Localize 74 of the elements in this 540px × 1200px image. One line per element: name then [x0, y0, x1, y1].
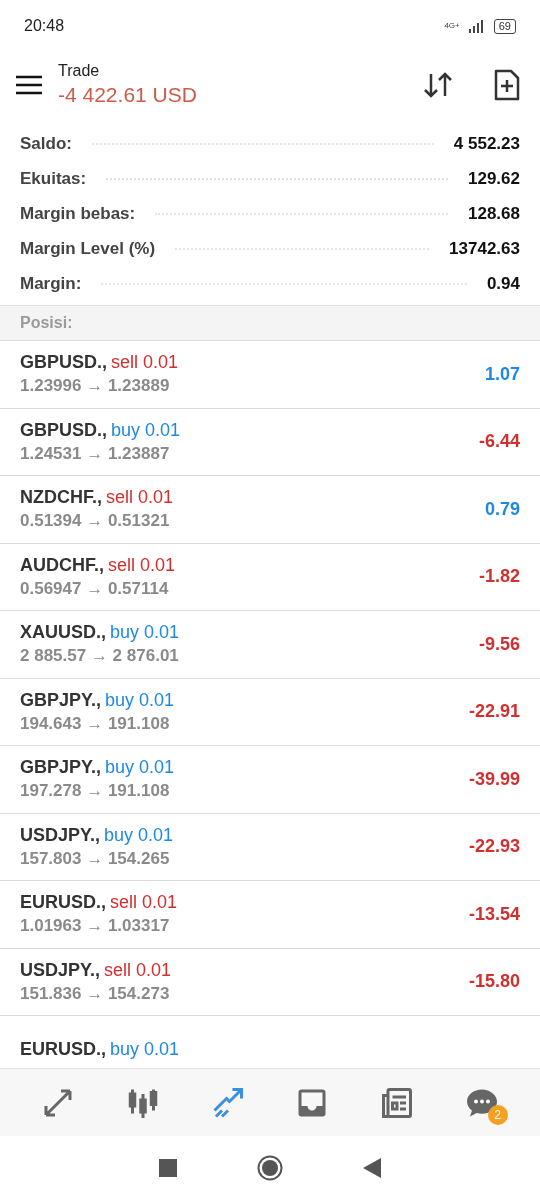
profit-value: -22.93	[468, 835, 520, 859]
summary-label: Margin Level (%)	[20, 237, 156, 260]
price-range: 1.01963 → 1.03317	[20, 915, 171, 938]
order-type: buy 0.01	[110, 1038, 180, 1062]
price-range: 157.803 → 154.265	[20, 847, 171, 870]
summary-value: 129.62	[468, 167, 520, 190]
symbol-label: GBPUSD.,	[20, 351, 107, 375]
screen-title: Trade	[58, 61, 101, 81]
symbol-label: XAUUSD.,	[20, 621, 106, 645]
profit-total: -4 422.61 USD	[58, 82, 198, 108]
position-row[interactable]: NZDCHF., sell 0.01 0.51394 → 0.51321 0.79	[0, 476, 540, 544]
summary-label: Margin:	[20, 272, 82, 295]
profit-value: 0.79	[484, 497, 520, 521]
symbol-label: GBPJPY.,	[20, 756, 102, 780]
symbol-label: GBPUSD.,	[20, 418, 107, 442]
summary-label: Margin bebas:	[20, 202, 136, 225]
symbol-label: EURUSD.,	[20, 891, 106, 915]
order-type: buy 0.01	[111, 418, 181, 442]
menu-icon[interactable]	[16, 75, 42, 95]
summary-label: Ekuitas:	[20, 167, 87, 190]
profit-value: -13.54	[468, 902, 520, 926]
profit-value: -39.99	[468, 767, 520, 791]
order-type: sell 0.01	[110, 891, 178, 915]
back-icon[interactable]	[363, 1158, 381, 1178]
price-range: 0.51394 → 0.51321	[20, 510, 171, 533]
profit-value: -22.91	[468, 700, 520, 724]
profit-value: -15.80	[468, 970, 520, 994]
profit-value: -6.44	[478, 430, 520, 454]
order-type: buy 0.01	[105, 688, 175, 712]
price-range: 2 885.57 → 2 876.01	[20, 645, 180, 668]
position-row[interactable]: GBPJPY., buy 0.01 194.643 → 191.108 -22.91	[0, 678, 540, 746]
home-icon[interactable]	[257, 1155, 283, 1181]
clock: 20:48	[24, 16, 65, 36]
position-row[interactable]: GBPUSD., buy 0.01 1.24531 → 1.23887 -6.44	[0, 408, 540, 476]
section-heading: Posisi:	[20, 313, 73, 333]
symbol-label: USDJPY.,	[20, 958, 101, 982]
profit-value: -1.82	[478, 565, 520, 589]
symbol-label: AUDCHF.,	[20, 553, 104, 577]
price-range: 197.278 → 191.108	[20, 780, 171, 803]
price-range: 194.643 → 191.108	[20, 712, 171, 735]
position-row[interactable]: EURUSD., sell 0.01 1.01963 → 1.03317 -13.54	[0, 881, 540, 949]
profit-value: 1.07	[484, 362, 520, 386]
position-row[interactable]: USDJPY., buy 0.01 157.803 → 154.265 -22.93	[0, 813, 540, 881]
order-type: buy 0.01	[105, 756, 175, 780]
symbol-label: USDJPY.,	[20, 823, 101, 847]
symbol-label: EURUSD.,	[20, 1038, 106, 1062]
summary-value: 13742.63	[449, 237, 520, 260]
new-document-icon[interactable]	[494, 69, 520, 101]
position-row[interactable]: AUDCHF., sell 0.01 0.56947 → 0.57114 -1.82	[0, 543, 540, 611]
sort-icon[interactable]	[422, 70, 454, 100]
price-range: 1.24531 → 1.23887	[20, 442, 171, 465]
summary-label: Saldo:	[20, 132, 72, 155]
profit-value: -9.56	[478, 632, 520, 656]
symbol-label: GBPJPY.,	[20, 688, 102, 712]
position-row[interactable]: GBPJPY., buy 0.01 197.278 → 191.108 -39.99	[0, 746, 540, 814]
symbol-label: NZDCHF.,	[20, 486, 102, 510]
order-type: sell 0.01	[104, 958, 172, 982]
price-range: 151.836 → 154.273	[20, 982, 171, 1005]
network-label: 4G+	[444, 22, 460, 30]
summary-value: 128.68	[468, 202, 520, 225]
battery-indicator: 69	[493, 18, 516, 34]
signal-icon	[467, 19, 486, 33]
price-range: 0.56947 → 0.57114	[20, 577, 170, 600]
summary-value: 0.94	[486, 272, 520, 295]
position-row[interactable]: USDJPY., sell 0.01 151.836 → 154.273 -15.80	[0, 948, 540, 1016]
order-type: buy 0.01	[110, 621, 180, 645]
summary-value: 4 552.23	[453, 132, 520, 155]
order-type: buy 0.01	[104, 823, 174, 847]
order-type: sell 0.01	[111, 351, 179, 375]
price-range: 1.23996 → 1.23889	[20, 375, 171, 398]
position-row[interactable]: GBPUSD., sell 0.01 1.23996 → 1.23889 1.07	[0, 341, 540, 409]
order-type: sell 0.01	[106, 486, 174, 510]
position-row[interactable]: XAUUSD., buy 0.01 2 885.57 → 2 876.01 -9.56	[0, 611, 540, 679]
order-type: sell 0.01	[108, 553, 176, 577]
